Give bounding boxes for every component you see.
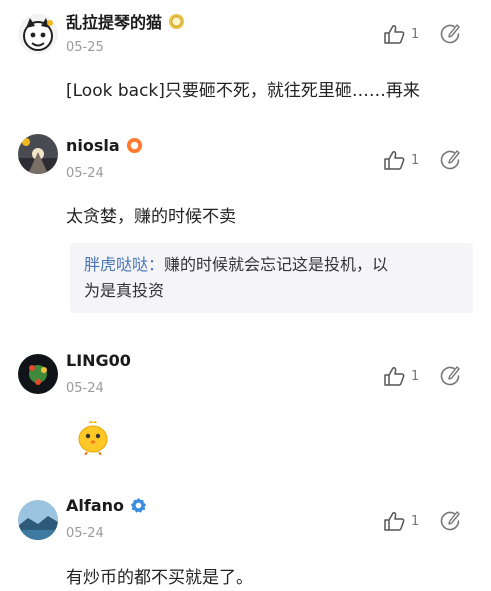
chick-emoji-icon: [78, 421, 108, 455]
comment-date: 05-24: [66, 526, 104, 541]
thumbs-up-icon: [384, 25, 405, 44]
like-count: 1: [411, 513, 420, 529]
comment-date: 05-25: [66, 40, 104, 55]
reply-icon[interactable]: [438, 509, 462, 533]
thumbs-up-icon: [384, 512, 405, 531]
avatar[interactable]: [18, 14, 58, 54]
like-count: 1: [411, 368, 420, 384]
like-count: 1: [411, 152, 420, 168]
reply-icon[interactable]: [438, 148, 462, 172]
comment-text: 有炒币的都不买就是了。: [66, 568, 253, 588]
comment-date: 05-24: [66, 381, 104, 396]
landscape-avatar-icon: [18, 500, 58, 540]
night-scene-avatar-icon: [18, 134, 58, 174]
avatar[interactable]: [18, 134, 58, 174]
reply-text-line2: 为是真投资: [84, 281, 165, 300]
flame-badge-icon: [126, 137, 142, 154]
reply-author[interactable]: 胖虎哒哒：: [84, 255, 164, 274]
username[interactable]: Alfano: [66, 496, 124, 515]
reply-text-line1: 赚的时候就会忘记这是投机，以: [164, 255, 389, 274]
username[interactable]: 乱拉提琴的猫: [66, 9, 162, 33]
comment-text: [Look back]只要砸不死，就往死里砸……再来: [66, 81, 420, 101]
username[interactable]: niosla: [66, 136, 120, 155]
quoted-reply[interactable]: 胖虎哒哒：赚的时候就会忘记这是投机，以 为是真投资: [70, 243, 473, 313]
like-button[interactable]: 1: [383, 150, 419, 170]
cat-avatar-icon: [18, 14, 58, 54]
reply-icon[interactable]: [438, 364, 462, 388]
thumbs-up-icon: [384, 367, 405, 386]
lights-avatar-icon: [18, 354, 58, 394]
like-button[interactable]: 1: [383, 24, 419, 44]
like-button[interactable]: 1: [383, 511, 419, 531]
like-button[interactable]: 1: [383, 366, 419, 386]
thumbs-up-icon: [384, 151, 405, 170]
verified-badge-icon: [130, 497, 147, 513]
comment-text: 太贪婪，赚的时候不卖: [66, 207, 236, 227]
like-count: 1: [411, 26, 420, 42]
medal-icon: [168, 13, 185, 29]
avatar[interactable]: [18, 500, 58, 540]
username[interactable]: LING00: [66, 351, 131, 370]
comment-date: 05-24: [66, 166, 104, 181]
reply-icon[interactable]: [438, 22, 462, 46]
avatar[interactable]: [18, 354, 58, 394]
